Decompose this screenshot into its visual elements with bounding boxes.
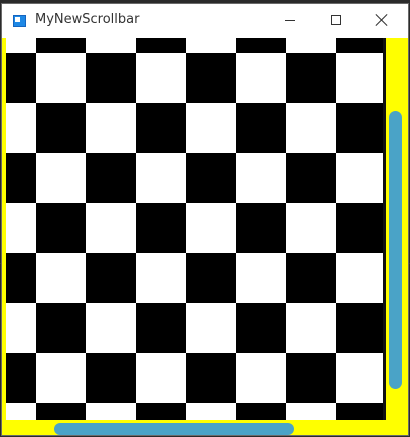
vertical-scrollbar-thumb[interactable] <box>389 111 402 389</box>
client-area <box>2 38 408 435</box>
title-bar[interactable]: MyNewScrollbar <box>2 4 408 38</box>
window-title: MyNewScrollbar <box>35 12 140 27</box>
app-icon <box>13 15 26 27</box>
minimize-button[interactable] <box>267 4 313 38</box>
checkerboard-canvas <box>6 38 383 420</box>
app-window: MyNewScrollbar <box>2 4 408 435</box>
minimize-icon <box>285 20 295 21</box>
close-icon <box>376 14 388 26</box>
maximize-button[interactable] <box>313 4 359 38</box>
maximize-icon <box>331 15 341 25</box>
close-button[interactable] <box>359 4 405 38</box>
horizontal-scrollbar-thumb[interactable] <box>54 423 294 435</box>
